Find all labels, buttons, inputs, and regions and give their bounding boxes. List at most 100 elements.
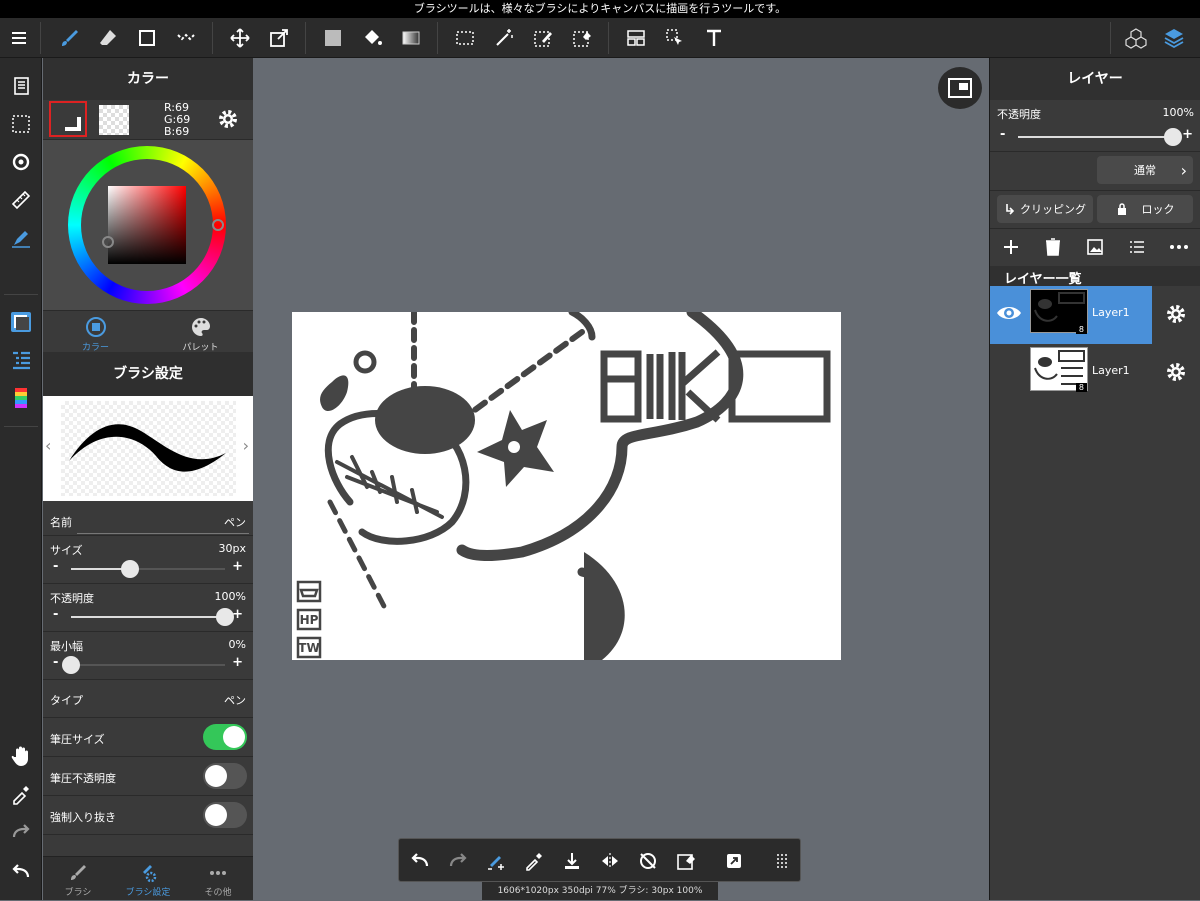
tw-badge: TW xyxy=(298,641,319,655)
color-tabs: カラー パレット xyxy=(43,310,253,353)
sv-cursor[interactable] xyxy=(102,236,114,248)
saturation-value-square[interactable] xyxy=(108,186,186,264)
layer-opacity-plus-button[interactable]: + xyxy=(1182,127,1193,142)
pressure-size-row: 筆圧サイズ xyxy=(43,718,253,757)
clear-layer-icon[interactable] xyxy=(667,839,705,883)
fill-color-icon[interactable] xyxy=(314,18,352,58)
select-eraser-icon[interactable] xyxy=(563,18,601,58)
redo-icon[interactable] xyxy=(0,814,42,850)
page-manager-icon[interactable] xyxy=(0,68,42,104)
tab-brush-settings[interactable]: ブラシ設定 xyxy=(113,857,183,901)
reset-rotation-icon[interactable] xyxy=(629,839,667,883)
brush-name-row[interactable]: 名前 ペン xyxy=(43,501,253,536)
blend-mode-button[interactable]: 通常 › xyxy=(1097,156,1193,184)
hue-cursor[interactable] xyxy=(212,219,224,231)
layer-opacity-minus-button[interactable]: - xyxy=(1000,127,1005,142)
snap-pen-icon[interactable] xyxy=(0,220,42,256)
brush-size-value: 30px xyxy=(218,542,247,555)
layer-row-2[interactable]: 8 Layer1 xyxy=(990,344,1200,402)
selection-toggle-icon[interactable] xyxy=(0,106,42,142)
layer-visibility-eye-icon[interactable] xyxy=(996,304,1022,326)
move-tool-icon[interactable] xyxy=(221,18,259,58)
brush-type-row[interactable]: タイプ ペン xyxy=(43,680,253,718)
add-layer-icon[interactable] xyxy=(1000,236,1022,262)
undo-button-icon[interactable] xyxy=(401,839,439,883)
tab-color[interactable]: カラー xyxy=(43,311,148,353)
shape-tool-icon[interactable] xyxy=(128,18,166,58)
layer-opacity-knob[interactable] xyxy=(1164,128,1182,146)
brush-size-slider[interactable] xyxy=(71,560,225,578)
pressure-opacity-toggle[interactable] xyxy=(203,763,247,789)
magic-wand-icon[interactable] xyxy=(485,18,523,58)
rotate-view-icon[interactable] xyxy=(0,144,42,180)
eyedropper-icon[interactable] xyxy=(0,776,42,812)
layer-name: Layer1 xyxy=(1092,364,1130,377)
layer-settings-gear-icon[interactable] xyxy=(1165,303,1187,329)
dot-tool-icon[interactable] xyxy=(167,18,205,58)
brush-tool-icon[interactable] xyxy=(50,18,88,58)
brush-size-knob[interactable] xyxy=(120,560,139,578)
color-wheel-area[interactable] xyxy=(43,140,253,310)
tab-other[interactable]: その他 xyxy=(183,857,253,901)
eraser-tool-icon[interactable] xyxy=(89,18,127,58)
layer-list-icon[interactable] xyxy=(0,342,42,378)
opacity-plus-button[interactable]: + xyxy=(232,607,243,622)
operation-tool-icon[interactable] xyxy=(656,18,694,58)
clipping-label: クリッピング xyxy=(1020,203,1086,216)
color-settings-gear-icon[interactable] xyxy=(217,108,239,134)
layer-image-icon[interactable] xyxy=(1084,236,1106,262)
stabilizer-pen-icon[interactable] xyxy=(477,839,515,883)
layer-list-view-icon[interactable] xyxy=(1126,236,1148,262)
layer-opacity-value: 100% xyxy=(1162,106,1194,119)
hand-tool-icon[interactable] xyxy=(0,738,42,774)
layer-settings-gear-icon[interactable] xyxy=(1165,361,1187,387)
transform-tool-icon[interactable] xyxy=(260,18,298,58)
brush-minwidth-slider[interactable] xyxy=(62,656,225,674)
opacity-minus-button[interactable]: - xyxy=(53,607,58,622)
frame-divider-icon[interactable] xyxy=(617,18,655,58)
gradient-tool-icon[interactable] xyxy=(392,18,430,58)
eyedropper-button-icon[interactable] xyxy=(515,839,553,883)
navigator-button[interactable] xyxy=(938,67,982,109)
lock-button[interactable]: ロック xyxy=(1097,195,1193,223)
save-download-icon[interactable] xyxy=(553,839,591,883)
drawing-canvas[interactable]: HP TW xyxy=(292,312,841,660)
menu-icon[interactable] xyxy=(0,18,38,58)
background-swatch[interactable] xyxy=(99,105,129,135)
color-palette-icon[interactable] xyxy=(0,380,42,416)
layer-more-icon[interactable] xyxy=(1168,236,1190,262)
layer-opacity-slider[interactable] xyxy=(1018,128,1182,146)
pressure-size-toggle[interactable] xyxy=(203,724,247,750)
ruler-icon[interactable] xyxy=(0,182,42,218)
blend-mode-label: 通常 xyxy=(1134,164,1156,177)
minwidth-plus-button[interactable]: + xyxy=(232,655,243,670)
bucket-tool-icon[interactable] xyxy=(353,18,391,58)
undo-icon[interactable] xyxy=(0,854,42,890)
materials-icon[interactable] xyxy=(1117,18,1155,58)
redo-button-icon[interactable] xyxy=(439,839,477,883)
flip-horizontal-icon[interactable] xyxy=(591,839,629,883)
layers-icon[interactable] xyxy=(1155,18,1193,58)
clipping-button[interactable]: クリッピング xyxy=(997,195,1093,223)
minwidth-minus-button[interactable]: - xyxy=(53,655,58,670)
blend-mode-chevron-icon: › xyxy=(1180,160,1187,180)
next-brush-chevron-icon[interactable]: › xyxy=(243,436,249,455)
prev-brush-chevron-icon[interactable]: ‹ xyxy=(45,436,51,455)
brush-opacity-slider[interactable] xyxy=(71,608,234,626)
select-tool-icon[interactable] xyxy=(446,18,484,58)
size-minus-button[interactable]: - xyxy=(53,559,58,574)
brush-minwidth-label: 最小幅 xyxy=(50,640,83,653)
tab-brush[interactable]: ブラシ xyxy=(43,857,113,901)
tab-palette[interactable]: パレット xyxy=(148,311,253,353)
color-swatch-icon[interactable] xyxy=(0,304,42,340)
transform-shortcut-icon[interactable] xyxy=(715,839,753,883)
forced-taper-toggle[interactable] xyxy=(203,802,247,828)
brush-minwidth-knob[interactable] xyxy=(62,656,80,674)
grid-options-icon[interactable] xyxy=(763,839,801,883)
select-pen-icon[interactable] xyxy=(524,18,562,58)
foreground-swatch[interactable] xyxy=(49,101,87,137)
size-plus-button[interactable]: + xyxy=(232,559,243,574)
brush-opacity-value: 100% xyxy=(214,590,246,603)
text-tool-icon[interactable] xyxy=(695,18,733,58)
delete-layer-icon[interactable] xyxy=(1042,236,1064,262)
